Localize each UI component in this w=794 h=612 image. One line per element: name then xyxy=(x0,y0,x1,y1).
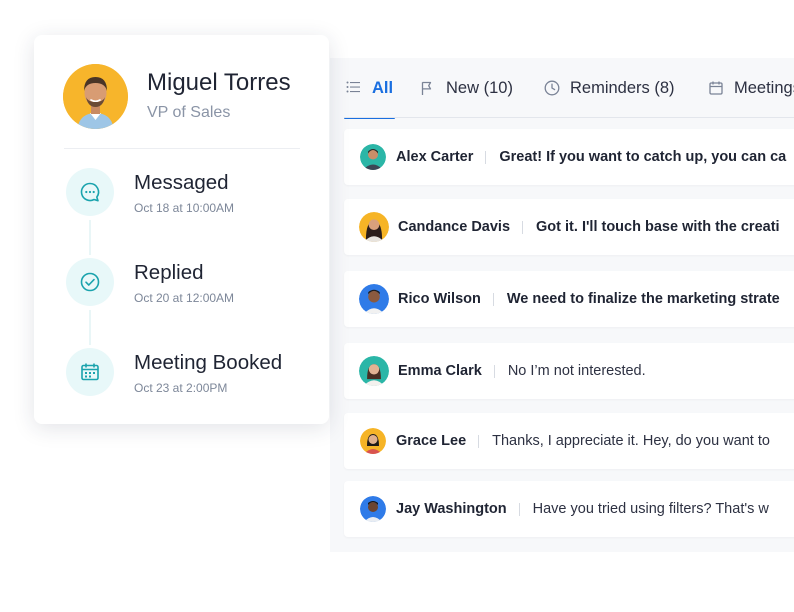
chat-bubble-icon xyxy=(66,168,114,216)
conversation-row[interactable]: Alex Carter Great! If you want to catch … xyxy=(344,129,794,185)
flag-icon xyxy=(420,80,436,96)
calendar-icon xyxy=(66,348,114,396)
avatar xyxy=(359,356,389,386)
conversation-row[interactable]: Emma Clark No I’m not interested. xyxy=(344,343,794,399)
tab-all[interactable]: All xyxy=(343,58,396,119)
tab-label: Reminders (8) xyxy=(570,78,675,97)
timeline-connector xyxy=(89,310,91,345)
divider xyxy=(485,150,487,164)
divider xyxy=(478,434,480,448)
divider xyxy=(493,364,495,378)
tab-meetings[interactable]: Meetings xyxy=(708,58,794,118)
contact-profile-card: Miguel Torres VP of Sales Messaged Oct 1… xyxy=(34,35,329,424)
message-preview: Great! If you want to catch up, you can … xyxy=(499,149,787,165)
conversation-row[interactable]: Jay Washington Have you tried using filt… xyxy=(344,481,794,537)
timeline-step-date: Oct 20 at 12:00AM xyxy=(134,291,235,305)
conversation-row[interactable]: Rico Wilson We need to finalize the mark… xyxy=(344,271,794,327)
avatar xyxy=(360,428,386,454)
message-preview: Thanks, I appreciate it. Hey, do you wan… xyxy=(492,433,770,449)
card-divider xyxy=(64,148,300,149)
check-circle-icon xyxy=(66,258,114,306)
tab-new[interactable]: New (10) xyxy=(420,58,513,118)
message-preview: No I’m not interested. xyxy=(507,363,646,379)
divider xyxy=(522,220,524,234)
contact-name: Emma Clark xyxy=(398,363,482,379)
avatar xyxy=(359,212,389,242)
filter-tabs: All New (10) Reminders (8) Meetings xyxy=(330,58,794,119)
contact-name: Candance Davis xyxy=(398,219,511,235)
tab-reminders[interactable]: Reminders (8) xyxy=(544,58,675,118)
avatar xyxy=(360,144,386,170)
avatar xyxy=(359,284,389,314)
contact-title: VP of Sales xyxy=(147,104,231,121)
divider xyxy=(492,292,494,306)
contact-name: Alex Carter xyxy=(396,149,474,165)
divider xyxy=(518,502,520,516)
inbox-panel: All New (10) Reminders (8) Meetings Alex… xyxy=(330,58,794,552)
list-icon xyxy=(346,80,362,96)
timeline-connector xyxy=(89,220,91,255)
tabs-divider xyxy=(344,117,794,118)
contact-name: Jay Washington xyxy=(396,501,507,517)
timeline-step-label: Meeting Booked xyxy=(134,351,283,374)
tab-label: All xyxy=(372,78,394,97)
timeline-step-date: Oct 23 at 2:00PM xyxy=(134,381,228,395)
timeline-step-label: Messaged xyxy=(134,171,229,194)
message-preview: We need to finalize the marketing strate xyxy=(506,291,780,307)
contact-name: Grace Lee xyxy=(396,433,467,449)
clock-icon xyxy=(544,80,560,96)
avatar xyxy=(360,496,386,522)
message-preview: Have you tried using filters? That's w xyxy=(532,501,769,517)
contact-name: Rico Wilson xyxy=(398,291,481,307)
timeline-step-date: Oct 18 at 10:00AM xyxy=(134,201,235,215)
contact-name: Miguel Torres xyxy=(147,69,291,96)
tab-label: Meetings xyxy=(734,78,794,97)
tab-label: New (10) xyxy=(446,78,513,97)
timeline-step-label: Replied xyxy=(134,261,204,284)
conversation-row[interactable]: Grace Lee Thanks, I appreciate it. Hey, … xyxy=(344,413,794,469)
conversation-row[interactable]: Candance Davis Got it. I'll touch base w… xyxy=(344,199,794,255)
calendar-icon xyxy=(708,80,724,96)
avatar xyxy=(63,64,128,129)
message-preview: Got it. I'll touch base with the creati xyxy=(536,219,780,235)
